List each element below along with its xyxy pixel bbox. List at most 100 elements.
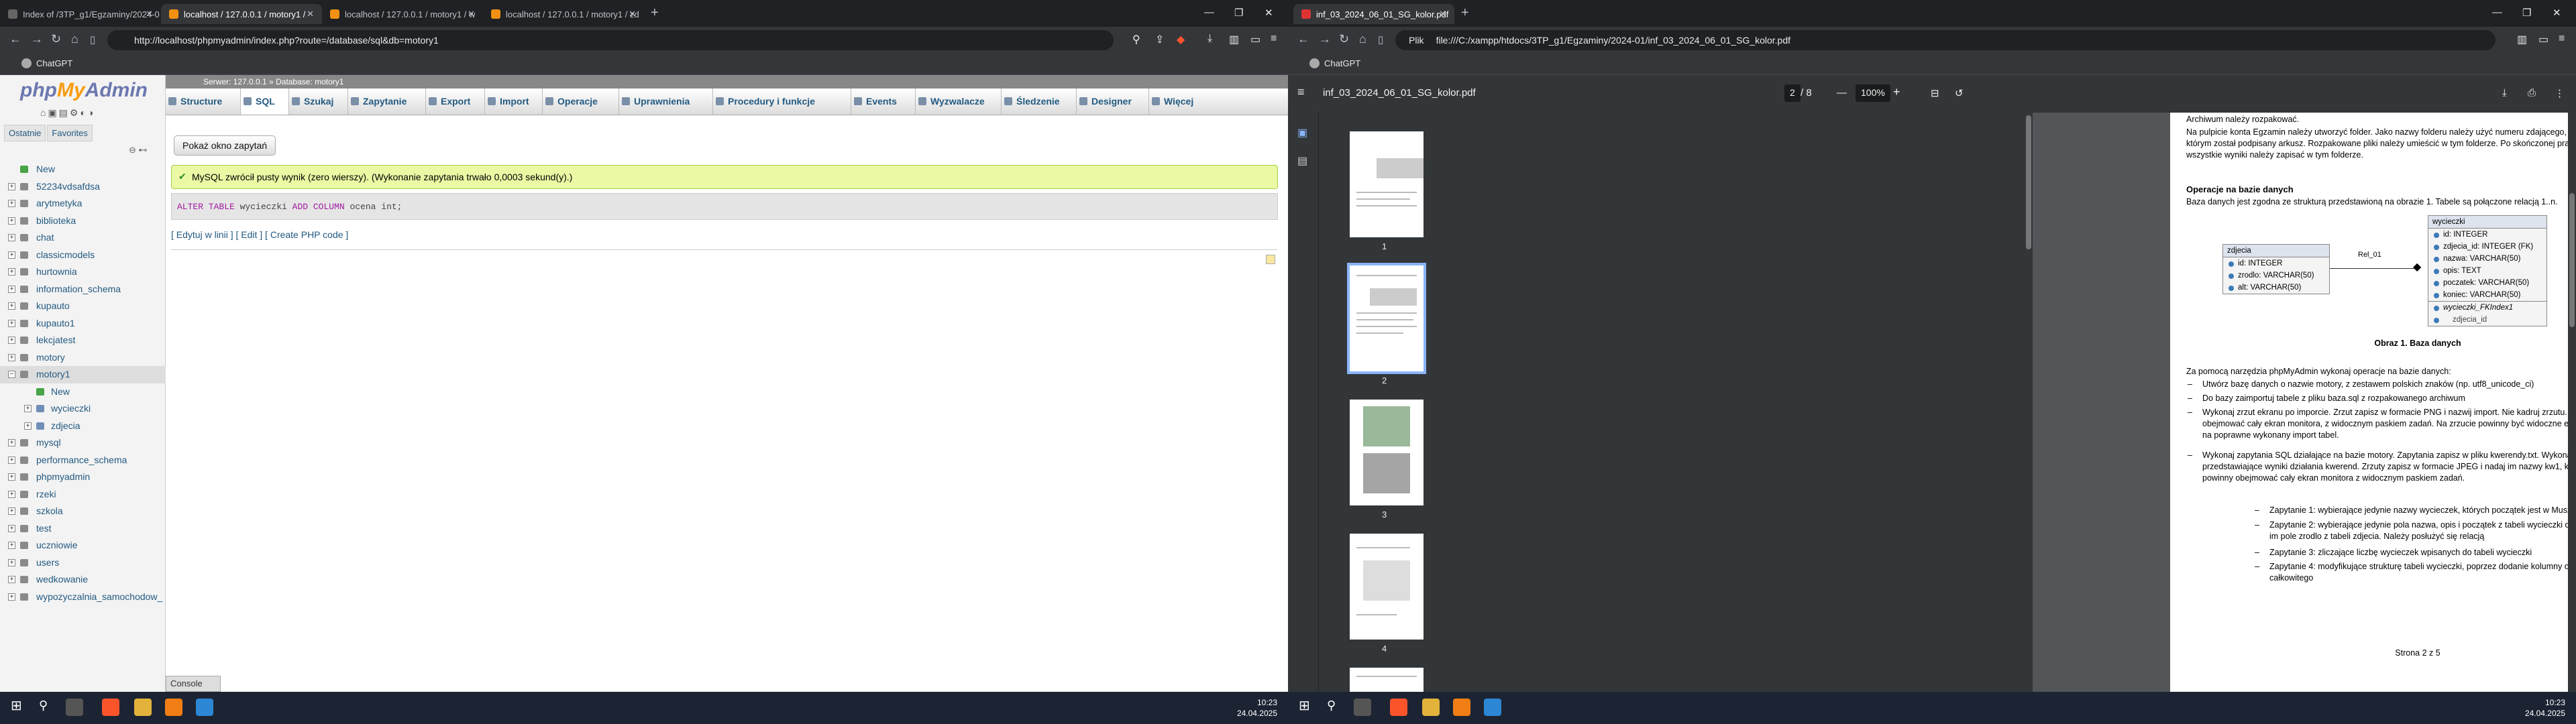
expand-icon[interactable]: +: [8, 182, 15, 190]
expand-icon[interactable]: +: [8, 593, 15, 601]
wallet-icon[interactable]: ▭: [1250, 33, 1260, 46]
tree-database-item[interactable]: + performance_schema: [0, 452, 166, 469]
scroll-indicator-icon[interactable]: [1266, 255, 1275, 264]
breadcrumb[interactable]: Serwer: 127.0.0.1 » Database: motory1: [166, 75, 1288, 88]
forward-icon[interactable]: →: [1319, 32, 1331, 46]
thumbnail-page-4[interactable]: [1350, 534, 1424, 640]
expand-icon[interactable]: +: [8, 319, 15, 327]
expand-icon[interactable]: +: [8, 268, 15, 276]
tree-database-item[interactable]: + wypozyczalnia_samochodow_: [0, 589, 166, 606]
task-view-icon[interactable]: [66, 699, 83, 716]
file-explorer-icon[interactable]: [1422, 699, 1440, 716]
tree-database-item[interactable]: + wedkowanie: [0, 571, 166, 589]
expand-icon[interactable]: +: [8, 558, 15, 566]
tab-pdf[interactable]: inf_03_2024_06_01_SG_kolor.pdf ✕: [1293, 4, 1454, 24]
menu-icon[interactable]: ≡: [1271, 33, 1277, 45]
clock[interactable]: 10:23 24.04.2025: [1237, 697, 1277, 719]
sql-edit-links[interactable]: [ Edytuj w linii ] [ Edit ] [ Create PHP…: [171, 229, 348, 240]
menu-structure[interactable]: Structure: [166, 88, 241, 115]
minimize-icon[interactable]: —: [2492, 7, 2502, 18]
vscode-icon[interactable]: [1484, 699, 1501, 716]
file-explorer-icon[interactable]: [134, 699, 152, 716]
menu-tracking[interactable]: Śledzenie: [1002, 88, 1077, 115]
back-icon[interactable]: ←: [9, 32, 21, 46]
tree-database-item[interactable]: + arytmetyka: [0, 195, 166, 213]
download-icon[interactable]: ⤓: [1208, 33, 1212, 45]
expand-icon[interactable]: +: [8, 217, 15, 225]
menu-query[interactable]: Zapytanie: [348, 88, 426, 115]
nav-icons[interactable]: ⌂▣▤⚙◐◑: [40, 107, 95, 119]
tree-table-item[interactable]: + wycieczki: [0, 400, 166, 418]
tree-table-item[interactable]: + zdjecia: [0, 418, 166, 435]
menu-import[interactable]: Import: [485, 88, 543, 115]
fit-page-icon[interactable]: ⊟: [1931, 87, 1939, 99]
tab-pma-zdjecia[interactable]: localhost / 127.0.0.1 / motory1 / zd ✕: [483, 4, 644, 24]
home-icon[interactable]: ⌂: [1359, 32, 1366, 46]
tree-database-item[interactable]: + uczniowie: [0, 537, 166, 554]
sidebar-icon[interactable]: ▥: [1229, 33, 1239, 46]
tree-database-item[interactable]: + lekcjatest: [0, 332, 166, 349]
brave-icon[interactable]: [1390, 699, 1407, 716]
brave-icon[interactable]: [102, 699, 119, 716]
expand-icon[interactable]: +: [8, 200, 15, 207]
expand-icon[interactable]: +: [8, 542, 15, 549]
print-icon[interactable]: ⎙: [2528, 87, 2536, 99]
maximize-icon[interactable]: ❐: [2522, 7, 2531, 19]
thumbnail-page-5[interactable]: [1350, 668, 1424, 695]
pdf-scrollbar[interactable]: [2568, 113, 2576, 692]
tree-database-item[interactable]: + szkola: [0, 503, 166, 520]
menu-icon[interactable]: ≡: [2559, 33, 2565, 45]
zoom-in-icon[interactable]: +: [1893, 85, 1900, 99]
tree-database-item[interactable]: + phpmyadmin: [0, 469, 166, 486]
expand-icon[interactable]: +: [8, 353, 15, 361]
more-options-icon[interactable]: ⋮: [2555, 87, 2565, 99]
close-icon[interactable]: ✕: [146, 9, 153, 19]
minimize-icon[interactable]: —: [1204, 7, 1214, 18]
tab-pma-active[interactable]: localhost / 127.0.0.1 / motory1 /✕: [161, 4, 322, 24]
rotate-icon[interactable]: ↺: [1955, 87, 1964, 99]
outline-icon[interactable]: ▤: [1297, 154, 1307, 168]
bookmark-chatgpt[interactable]: ChatGPT: [1309, 58, 1360, 68]
tree-database-item[interactable]: New: [0, 161, 166, 178]
maximize-icon[interactable]: ❐: [1234, 7, 1243, 19]
vscode-icon[interactable]: [196, 699, 213, 716]
tree-database-item[interactable]: − motory1: [0, 366, 166, 383]
expand-icon[interactable]: +: [8, 490, 15, 498]
tree-database-item[interactable]: + classicmodels: [0, 247, 166, 264]
tree-database-item[interactable]: +52234vdsafdsa: [0, 178, 166, 196]
windows-start-icon[interactable]: ⊞: [1299, 697, 1316, 715]
xampp-icon[interactable]: [1453, 699, 1470, 716]
menu-operations[interactable]: Operacje: [543, 88, 619, 115]
share-icon[interactable]: ⇪: [1155, 33, 1164, 46]
expand-icon[interactable]: +: [8, 507, 15, 515]
expand-icon[interactable]: +: [8, 251, 15, 259]
task-view-icon[interactable]: [1354, 699, 1371, 716]
tree-database-item[interactable]: + mysql: [0, 434, 166, 452]
menu-events[interactable]: Events: [851, 88, 916, 115]
collapse-all-icon[interactable]: ⊖ ⊷: [129, 145, 148, 156]
close-icon[interactable]: ✕: [629, 9, 636, 19]
forward-icon[interactable]: →: [31, 32, 43, 46]
expand-icon[interactable]: −: [8, 371, 15, 378]
tree-database-item[interactable]: + rzeki: [0, 486, 166, 503]
expand-icon[interactable]: +: [24, 422, 32, 430]
reload-icon[interactable]: ↻: [51, 32, 61, 46]
wallet-icon[interactable]: ▭: [2538, 33, 2548, 46]
menu-export[interactable]: Export: [426, 88, 485, 115]
brave-shield-icon[interactable]: ◆: [1177, 33, 1185, 46]
address-bar[interactable]: Plik file:///C:/xampp/htdocs/3TP_g1/Egzam…: [1395, 30, 2496, 50]
expand-icon[interactable]: +: [8, 439, 15, 446]
thumbnail-page-3[interactable]: [1350, 400, 1424, 505]
tab-pma-wycieczki[interactable]: localhost / 127.0.0.1 / motory1 / w ✕: [322, 4, 483, 24]
tab-favorites[interactable]: Favorites: [47, 125, 93, 141]
expand-icon[interactable]: +: [8, 576, 15, 583]
pma-logo[interactable]: phpMyAdmin: [20, 79, 148, 102]
new-tab-icon[interactable]: +: [651, 5, 659, 21]
zoom-icon[interactable]: ⚲: [1132, 33, 1140, 46]
menu-search[interactable]: Szukaj: [289, 88, 348, 115]
expand-icon[interactable]: +: [8, 473, 15, 481]
tree-database-item[interactable]: + chat: [0, 229, 166, 247]
address-bar[interactable]: http://localhost/phpmyadmin/index.php?ro…: [107, 30, 1114, 50]
thumbnail-scrollbar[interactable]: [2025, 113, 2033, 692]
reload-icon[interactable]: ↻: [1339, 32, 1349, 46]
